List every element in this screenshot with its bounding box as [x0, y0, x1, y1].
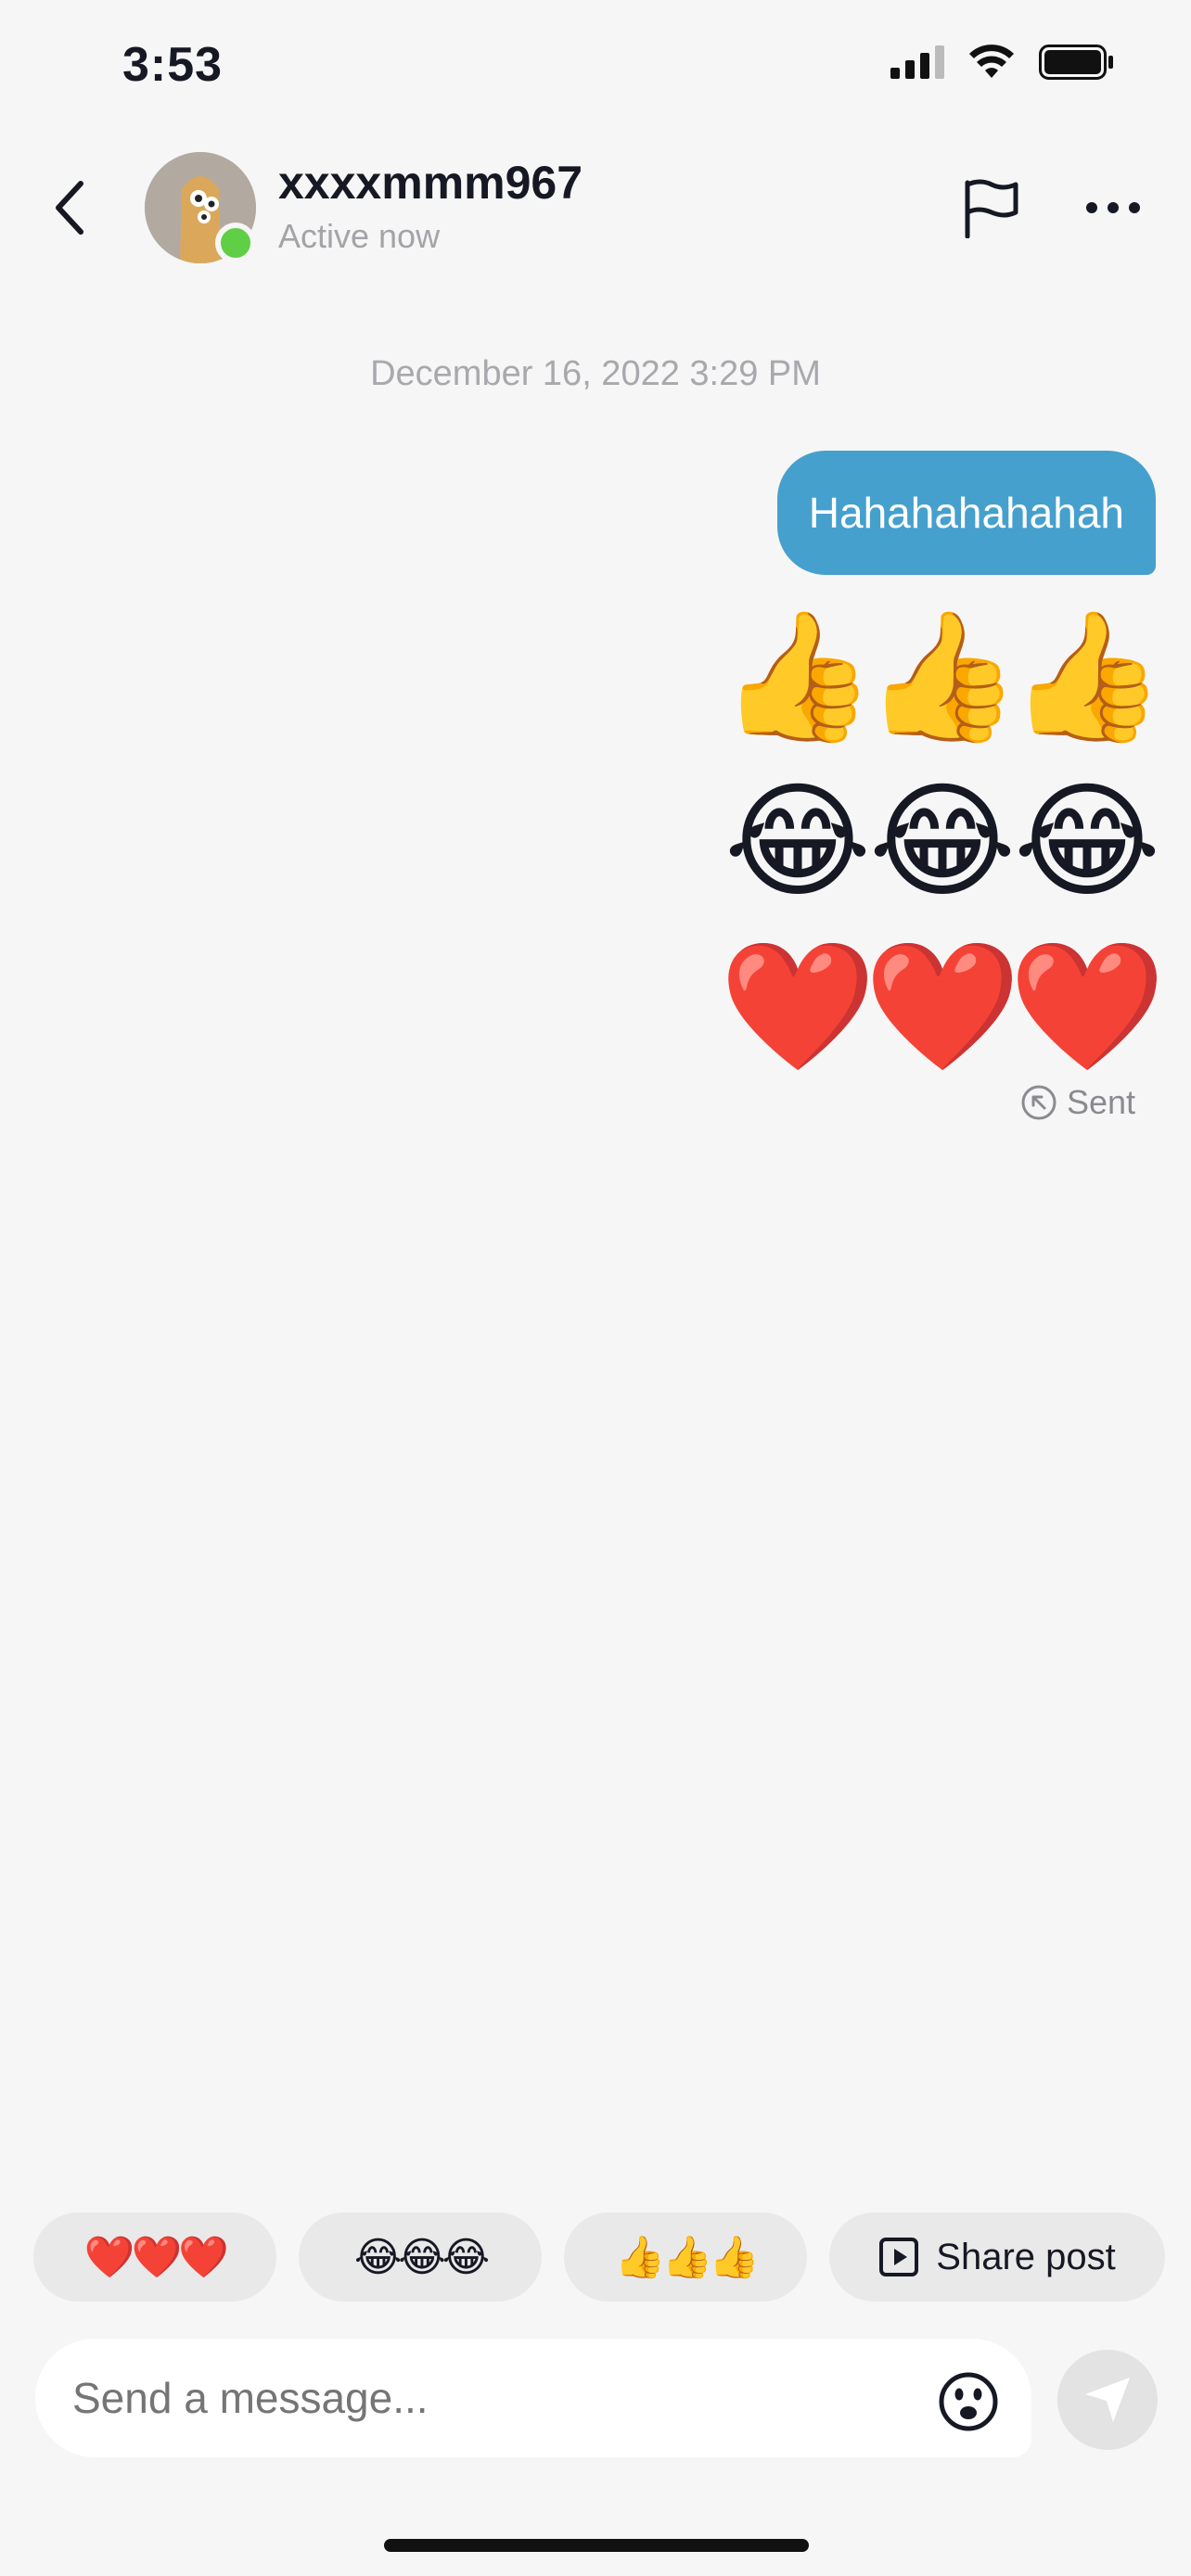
- smiley-icon: [939, 2372, 998, 2431]
- laughing-emoji: 😂: [724, 771, 872, 912]
- emoji-message[interactable]: 👍 👍 👍 😂 😂 😂 ❤️ ❤️ ❤️: [719, 593, 1165, 1089]
- quick-reply-thumbs-up[interactable]: 👍👍👍: [564, 2213, 807, 2302]
- quick-reply-bar: ❤️❤️❤️ 😂😂😂 👍👍👍 Share post: [33, 2213, 1165, 2302]
- message-bubble[interactable]: Hahahahahahah: [776, 451, 1156, 575]
- flag-icon: [965, 179, 1018, 238]
- chevron-left-icon: [56, 181, 83, 235]
- more-horizontal-icon: [1086, 202, 1140, 213]
- share-post-label: Share post: [936, 2236, 1116, 2277]
- quick-reply-hearts[interactable]: ❤️❤️❤️: [33, 2213, 276, 2302]
- sent-arrow-icon: [1021, 1085, 1057, 1120]
- laughing-emoji: 😂: [868, 771, 1017, 912]
- laughing-emoji: 😂: [1013, 771, 1161, 912]
- sent-status: Sent: [1020, 1083, 1135, 1122]
- message-input-container[interactable]: [35, 2339, 1031, 2457]
- thumbs-up-emoji: 👍: [719, 606, 877, 746]
- report-button[interactable]: [955, 172, 1026, 243]
- play-square-icon: [879, 2238, 919, 2276]
- chat-username[interactable]: xxxxmmm967: [278, 156, 583, 210]
- message-timestamp: December 16, 2022 3:29 PM: [370, 354, 821, 393]
- status-icons: [890, 45, 1115, 80]
- status-time: 3:53: [122, 38, 224, 92]
- heart-emoji: ❤️: [719, 936, 877, 1077]
- send-icon: [1085, 2378, 1130, 2422]
- more-options-button[interactable]: [1078, 182, 1148, 234]
- battery-icon: [1039, 45, 1113, 80]
- home-indicator: [384, 2539, 809, 2552]
- heart-emoji: ❤️: [1008, 936, 1166, 1077]
- thumbs-up-emoji: 👍: [1008, 606, 1166, 746]
- online-status-dot: [215, 223, 256, 263]
- emoji-picker-button[interactable]: [933, 2366, 1004, 2437]
- share-post-button[interactable]: Share post: [829, 2213, 1165, 2302]
- send-button[interactable]: [1057, 2350, 1158, 2450]
- message-input[interactable]: [70, 2372, 1031, 2424]
- heart-emoji: ❤️: [864, 936, 1021, 1077]
- active-status-text: Active now: [278, 217, 441, 255]
- sent-label: Sent: [1066, 1083, 1135, 1121]
- wifi-icon: [969, 45, 1014, 78]
- cellular-signal-icon: [890, 45, 944, 79]
- quick-reply-laughing[interactable]: 😂😂😂: [299, 2213, 542, 2302]
- back-button[interactable]: [37, 172, 102, 243]
- thumbs-up-emoji: 👍: [864, 606, 1021, 746]
